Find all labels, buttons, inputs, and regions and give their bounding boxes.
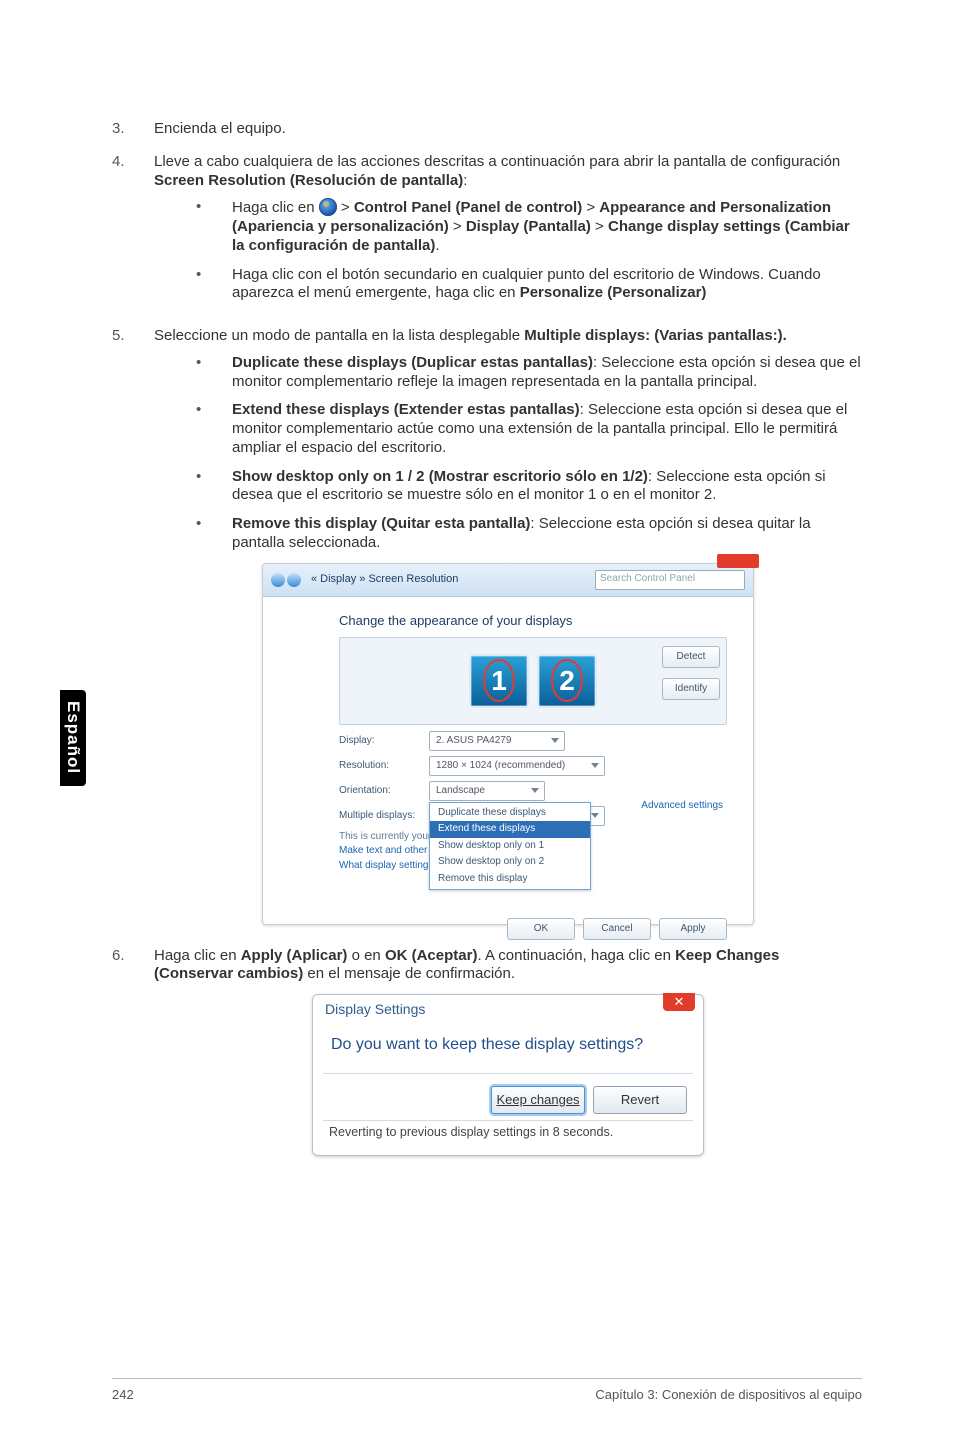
bold: Show desktop only on 1 / 2 (Mostrar escr… — [232, 468, 648, 485]
substep-5d: •Remove this display (Quitar esta pantal… — [196, 515, 862, 553]
nav-back-icon[interactable] — [271, 573, 285, 587]
bold: Multiple displays: (Varias pantallas:). — [524, 327, 787, 344]
bullet: • — [196, 354, 232, 392]
apply-button[interactable]: Apply — [659, 918, 727, 940]
step-number: 6. — [112, 947, 154, 1156]
monitor-number: 1 — [491, 663, 507, 698]
dialog-title: Display Settings — [313, 995, 703, 1025]
text: Haga clic en — [232, 199, 319, 216]
dialog-question: Do you want to keep these display settin… — [313, 1025, 703, 1073]
text: Haga clic en — [154, 947, 241, 964]
display-settings-dialog: ✕ Display Settings Do you want to keep t… — [312, 994, 704, 1156]
breadcrumb[interactable]: « Display » Screen Resolution — [311, 573, 458, 587]
step-text: Encienda el equipo. — [154, 120, 862, 139]
screen-resolution-window: « Display » Screen Resolution Search Con… — [262, 563, 754, 925]
step-number: 4. — [112, 153, 154, 313]
sep: > — [582, 199, 599, 216]
bullet: • — [196, 515, 232, 553]
menu-item-only-2[interactable]: Show desktop only on 2 — [430, 854, 590, 871]
detect-button[interactable]: Detect — [662, 646, 720, 668]
substep-5a: •Duplicate these displays (Duplicar esta… — [196, 354, 862, 392]
monitor-number: 2 — [559, 663, 575, 698]
menu-item-extend[interactable]: Extend these displays — [430, 821, 590, 838]
substep-5c: •Show desktop only on 1 / 2 (Mostrar esc… — [196, 468, 862, 506]
button-label: Keep changes — [496, 1092, 579, 1108]
monitor-1[interactable]: 1 — [469, 654, 529, 708]
substep-4b: • Haga clic con el botón secundario en c… — [196, 266, 862, 304]
monitor-2[interactable]: 2 — [537, 654, 597, 708]
bullet: • — [196, 198, 232, 255]
step-number: 3. — [112, 120, 154, 139]
advanced-settings-link[interactable]: Advanced settings — [641, 800, 723, 813]
bold: Display (Pantalla) — [466, 218, 591, 235]
step-4: 4. Lleve a cabo cualquiera de las accion… — [112, 153, 862, 313]
orientation-label: Orientation: — [339, 785, 429, 798]
page-footer: 242 Capítulo 3: Conexión de dispositivos… — [0, 1378, 954, 1402]
window-titlebar: « Display » Screen Resolution Search Con… — [263, 564, 753, 597]
step-tail: : — [463, 172, 467, 189]
orientation-dropdown[interactable]: Landscape — [429, 781, 545, 801]
sep: > — [337, 199, 354, 216]
bullet: • — [196, 401, 232, 457]
display-label: Display: — [339, 735, 429, 748]
monitor-preview-area[interactable]: 1 2 Detect Identify — [339, 637, 727, 725]
ok-button[interactable]: OK — [507, 918, 575, 940]
sep: > — [449, 218, 466, 235]
display-dropdown[interactable]: 2. ASUS PA4279 — [429, 731, 565, 751]
step-number: 5. — [112, 327, 154, 925]
bold: Remove this display (Quitar esta pantall… — [232, 515, 530, 532]
end: . — [435, 237, 439, 254]
bold: Control Panel (Panel de control) — [354, 199, 582, 216]
window-close-button[interactable] — [717, 554, 759, 568]
step-bold: Screen Resolution (Resolución de pantall… — [154, 172, 463, 189]
step-5: 5. Seleccione un modo de pantalla en la … — [112, 327, 862, 925]
multiple-displays-label: Multiple displays: — [339, 810, 429, 823]
bullet: • — [196, 266, 232, 304]
sep: > — [591, 218, 608, 235]
bold: Extend these displays (Extender estas pa… — [232, 401, 580, 418]
bold: Personalize (Personalizar) — [520, 284, 707, 301]
start-orb-icon — [319, 198, 337, 216]
step-6: 6. Haga clic en Apply (Aplicar) o en OK … — [112, 947, 862, 1156]
substep-5b: •Extend these displays (Extender estas p… — [196, 401, 862, 457]
substep-4a: • Haga clic en > Control Panel (Panel de… — [196, 198, 862, 255]
dialog-close-button[interactable]: ✕ — [663, 993, 695, 1011]
revert-button[interactable]: Revert — [593, 1086, 687, 1114]
resolution-dropdown[interactable]: 1280 × 1024 (recommended) — [429, 756, 605, 776]
step-3: 3. Encienda el equipo. — [112, 120, 862, 139]
bold: Duplicate these displays (Duplicar estas… — [232, 354, 593, 371]
chapter-title: Capítulo 3: Conexión de dispositivos al … — [595, 1387, 862, 1402]
page-content: 3. Encienda el equipo. 4. Lleve a cabo c… — [0, 0, 954, 1156]
multiple-displays-menu[interactable]: Duplicate these displays Extend these di… — [429, 802, 591, 891]
keep-changes-button[interactable]: Keep changes — [491, 1086, 585, 1114]
menu-item-only-1[interactable]: Show desktop only on 1 — [430, 838, 590, 855]
identify-button[interactable]: Identify — [662, 678, 720, 700]
menu-item-duplicate[interactable]: Duplicate these displays — [430, 805, 590, 822]
text: Seleccione un modo de pantalla en la lis… — [154, 327, 524, 344]
search-input[interactable]: Search Control Panel — [595, 570, 745, 590]
footer-rule — [112, 1378, 862, 1379]
nav-forward-icon[interactable] — [287, 573, 301, 587]
menu-item-remove[interactable]: Remove this display — [430, 871, 590, 888]
page-number: 242 — [112, 1387, 134, 1402]
dialog-countdown: Reverting to previous display settings i… — [313, 1121, 703, 1145]
panel-heading: Change the appearance of your displays — [339, 613, 727, 629]
bullet: • — [196, 468, 232, 506]
cancel-button[interactable]: Cancel — [583, 918, 651, 940]
resolution-label: Resolution: — [339, 760, 429, 773]
text: en el mensaje de confirmación. — [303, 965, 515, 982]
step-text: Lleve a cabo cualquiera de las acciones … — [154, 153, 840, 170]
